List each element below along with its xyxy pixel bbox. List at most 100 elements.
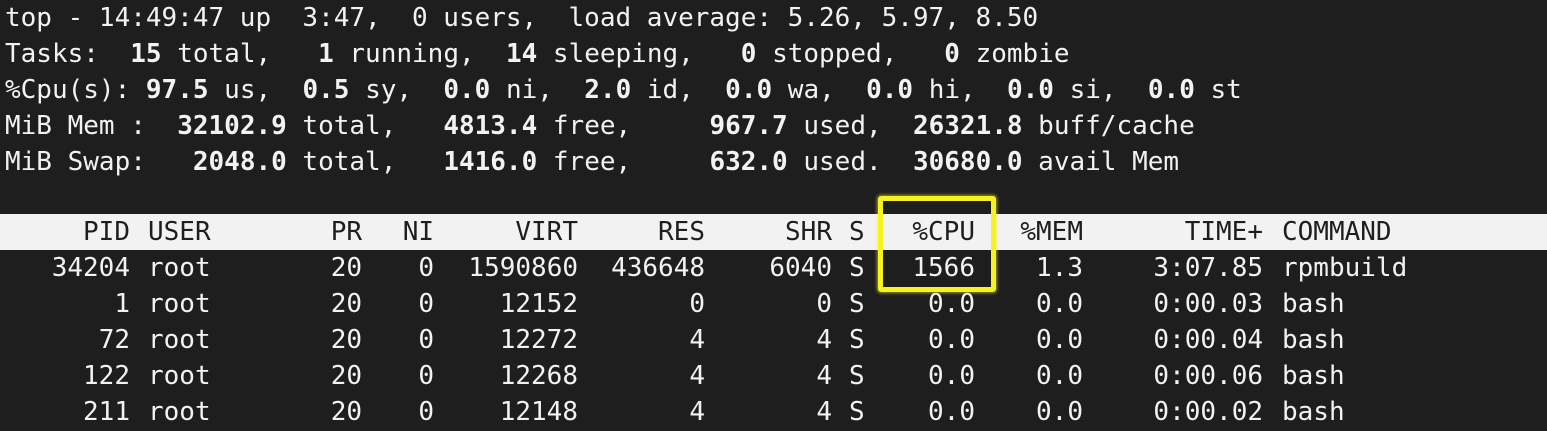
cell-pr: 20: [330, 397, 362, 427]
cell-s: S: [849, 361, 865, 391]
cell-shr: 6040: [769, 253, 832, 283]
tasks-line: Tasks: 15 total, 1 running, 14 sleeping,…: [5, 36, 1070, 72]
cell-cpu: 0.0: [928, 289, 975, 319]
cell-pr: 20: [330, 289, 362, 319]
column-header-shr: SHR: [785, 217, 832, 247]
tasks-stopped-label: stopped,: [756, 39, 913, 69]
cell-s: S: [849, 289, 865, 319]
cell-s: S: [849, 325, 865, 355]
cpu-st-value: 0.0: [1132, 75, 1195, 105]
swap-avail-label: avail Mem: [1022, 147, 1180, 177]
cell-user: root: [148, 361, 211, 391]
cpu-ni-label: ni,: [490, 75, 569, 105]
column-header-cpu: %CPU: [912, 217, 975, 247]
process-table-header: PID USER PR NI VIRT RES SHR S %CPU %MEM TIME+ COMMA…: [0, 214, 1547, 250]
cell-user: root: [148, 325, 211, 355]
tasks-stopped-value: 0: [709, 39, 757, 69]
tasks-sleeping-value: 14: [490, 39, 538, 69]
cell-res: 4: [689, 325, 705, 355]
column-header-virt: VIRT: [515, 217, 578, 247]
cell-shr: 4: [816, 397, 832, 427]
cell-cpu: 0.0: [928, 397, 975, 427]
cell-pr: 20: [330, 253, 362, 283]
process-row: 72 root 20 0 12272 4 4 S 0.0 0.0 0:00.04 bash: [0, 322, 1547, 358]
cell-time: 0:00.06: [1153, 361, 1263, 391]
swap-free-label: free,: [537, 147, 647, 177]
column-header-pid: PID: [83, 217, 130, 247]
mem-buff-label: buff/cache: [1022, 111, 1195, 141]
cell-command: bash: [1282, 325, 1345, 355]
column-header-res: RES: [658, 217, 705, 247]
cpu-sy-value: 0.5: [286, 75, 350, 105]
cpu-hi-label: hi,: [913, 75, 992, 105]
tasks-zombie-value: 0: [912, 39, 960, 69]
column-header-user: USER: [148, 217, 211, 247]
cpu-wa-label: wa,: [772, 75, 851, 105]
swap-total-value: 2048.0: [161, 147, 287, 177]
mem-total-label: total,: [286, 111, 413, 141]
process-row: 1 root 20 0 12152 0 0 S 0.0 0.0 0:00.03 bash: [0, 286, 1547, 322]
column-header-pr: PR: [330, 217, 362, 247]
cell-res: 4: [689, 361, 705, 391]
cell-user: root: [148, 397, 211, 427]
cell-mem: 0.0: [1036, 325, 1083, 355]
cell-cpu: 1566: [912, 253, 975, 283]
cpu-st-label: st: [1194, 75, 1242, 105]
column-header-ni: NI: [402, 217, 434, 247]
mem-label: MiB Mem :: [5, 111, 162, 141]
column-header-mem: %MEM: [1020, 217, 1083, 247]
cell-virt: 12272: [499, 325, 578, 355]
uptime-load-line: top - 14:49:47 up 3:47, 0 users, load av…: [5, 3, 1039, 33]
swap-line: MiB Swap: 2048.0 total, 1416.0 free, 632…: [5, 144, 1179, 180]
cell-ni: 0: [418, 289, 434, 319]
cell-pid: 211: [83, 397, 130, 427]
cpu-line: %Cpu(s): 97.5 us, 0.5 sy, 0.0 ni, 2.0 id…: [5, 72, 1242, 108]
cpu-sy-label: sy,: [349, 75, 428, 105]
cell-pid: 1: [114, 289, 130, 319]
column-header-command: COMMAND: [1282, 217, 1392, 247]
cpu-label: %Cpu(s):: [5, 75, 146, 105]
cell-shr: 0: [816, 289, 832, 319]
cell-mem: 0.0: [1036, 289, 1083, 319]
swap-avail-value: 30680.0: [897, 147, 1023, 177]
cell-user: root: [148, 289, 211, 319]
cell-virt: 1590860: [468, 253, 578, 283]
cell-user: root: [148, 253, 211, 283]
cell-pr: 20: [330, 361, 362, 391]
process-row: 122 root 20 0 12268 4 4 S 0.0 0.0 0:00.06 bash: [0, 358, 1547, 394]
mem-free-value: 4813.4: [412, 111, 538, 141]
swap-used-value: 632.0: [646, 147, 788, 177]
cell-pid: 122: [83, 361, 130, 391]
mem-used-label: used,: [787, 111, 898, 141]
cell-virt: 12268: [499, 361, 578, 391]
tasks-zombie-label: zombie: [959, 39, 1070, 69]
swap-label: MiB Swap:: [5, 147, 162, 177]
cell-command: bash: [1282, 397, 1345, 427]
cell-pid: 72: [98, 325, 130, 355]
cell-pr: 20: [330, 325, 362, 355]
cell-time: 0:00.03: [1153, 289, 1263, 319]
cell-s: S: [849, 253, 865, 283]
cpu-id-value: 2.0: [568, 75, 632, 105]
tasks-running-label: running,: [333, 39, 491, 69]
cell-command: bash: [1282, 361, 1345, 391]
mem-total-value: 32102.9: [161, 111, 287, 141]
cell-s: S: [849, 397, 865, 427]
swap-free-value: 1416.0: [412, 147, 538, 177]
tasks-total-value: 15: [114, 39, 162, 69]
cell-command: bash: [1282, 289, 1345, 319]
column-header-time: TIME+: [1184, 217, 1263, 247]
cell-mem: 0.0: [1036, 361, 1083, 391]
tasks-sleeping-label: sleeping,: [537, 39, 710, 69]
cell-res: 436648: [611, 253, 705, 283]
cpu-wa-value: 0.0: [709, 75, 773, 105]
cpu-si-label: si,: [1053, 75, 1133, 105]
cell-pid: 34204: [51, 253, 130, 283]
terminal-window: top - 14:49:47 up 3:47, 0 users, load av…: [0, 0, 1547, 431]
cell-ni: 0: [418, 325, 434, 355]
process-row: 211 root 20 0 12148 4 4 S 0.0 0.0 0:00.02 bash: [0, 394, 1547, 430]
cell-time: 0:00.02: [1153, 397, 1263, 427]
tasks-label: Tasks:: [5, 39, 115, 69]
cell-command: rpmbuild: [1282, 253, 1408, 283]
cell-virt: 12148: [499, 397, 578, 427]
